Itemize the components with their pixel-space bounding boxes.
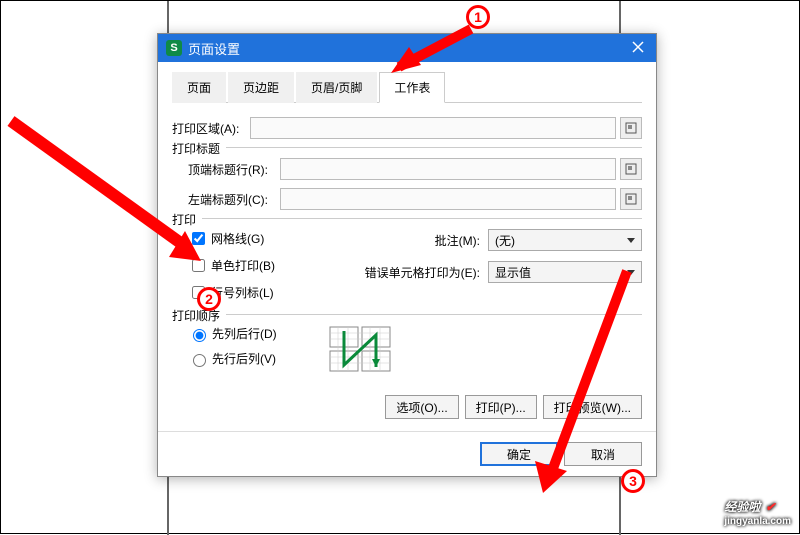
range-select-icon[interactable] [620, 117, 642, 139]
tab-header-footer[interactable]: 页眉/页脚 [296, 72, 377, 103]
gridlines-checkbox[interactable] [192, 232, 205, 245]
print-group: 打印 [172, 218, 642, 219]
top-row-range-icon[interactable] [620, 158, 642, 180]
chevron-down-icon [627, 238, 635, 243]
print-titles-group: 打印标题 [172, 147, 642, 148]
marker-2: 2 [197, 287, 221, 311]
over-down-radio[interactable] [193, 354, 206, 367]
print-group-label: 打印 [172, 211, 202, 228]
tab-bar: 页面 页边距 页眉/页脚 工作表 [172, 72, 642, 103]
tab-margins[interactable]: 页边距 [228, 72, 294, 103]
order-group: 打印顺序 [172, 314, 642, 315]
print-order-graphic [328, 325, 394, 373]
top-row-input[interactable] [280, 158, 616, 180]
dialog-title: 页面设置 [188, 39, 628, 58]
left-col-label: 左端标题列(C): [188, 191, 280, 208]
over-down-label: 先行后列(V) [212, 350, 276, 367]
down-over-label: 先列后行(D) [212, 325, 277, 342]
print-titles-label: 打印标题 [172, 140, 226, 157]
options-button[interactable]: 选项(O)... [385, 395, 458, 419]
gridlines-label: 网格线(G) [211, 230, 264, 247]
left-col-range-icon[interactable] [620, 188, 642, 210]
dialog-body: 页面 页边距 页眉/页脚 工作表 打印区域(A): 打印标题 顶端标题行(R): [158, 62, 656, 431]
print-area-label: 打印区域(A): [172, 120, 250, 137]
comments-label: 批注(M): [358, 232, 488, 249]
titlebar: S 页面设置 [158, 34, 656, 62]
close-icon[interactable] [628, 41, 648, 56]
app-logo-icon: S [166, 40, 182, 56]
tab-page[interactable]: 页面 [172, 72, 226, 103]
print-area-input[interactable] [250, 117, 616, 139]
dialog-footer: 确定 取消 [158, 431, 656, 476]
comments-combo[interactable]: (无) [488, 229, 642, 251]
mono-checkbox[interactable] [192, 259, 205, 272]
watermark-title: 经验啦 [724, 500, 760, 514]
page-setup-dialog: S 页面设置 页面 页边距 页眉/页脚 工作表 打印区域(A): 打印标题 [157, 33, 657, 477]
errors-combo[interactable]: 显示值 [488, 261, 642, 283]
top-row-label: 顶端标题行(R): [188, 161, 280, 178]
marker-1: 1 [466, 5, 490, 29]
order-group-label: 打印顺序 [172, 307, 226, 324]
marker-3: 3 [621, 469, 645, 493]
errors-value: 显示值 [495, 264, 531, 281]
errors-label: 错误单元格打印为(E): [358, 264, 488, 281]
mono-label: 单色打印(B) [211, 257, 275, 274]
ok-button[interactable]: 确定 [480, 442, 558, 466]
tab-sheet[interactable]: 工作表 [379, 72, 445, 103]
left-col-input[interactable] [280, 188, 616, 210]
comments-value: (无) [495, 232, 515, 249]
watermark-sub: jingyanla.com [724, 516, 791, 527]
cancel-button[interactable]: 取消 [564, 442, 642, 466]
chevron-down-icon [627, 270, 635, 275]
preview-button[interactable]: 打印预览(W)... [543, 395, 642, 419]
down-over-radio[interactable] [193, 329, 206, 342]
watermark: 经验啦 ✔ jingyanla.com [724, 495, 791, 527]
print-button[interactable]: 打印(P)... [465, 395, 537, 419]
